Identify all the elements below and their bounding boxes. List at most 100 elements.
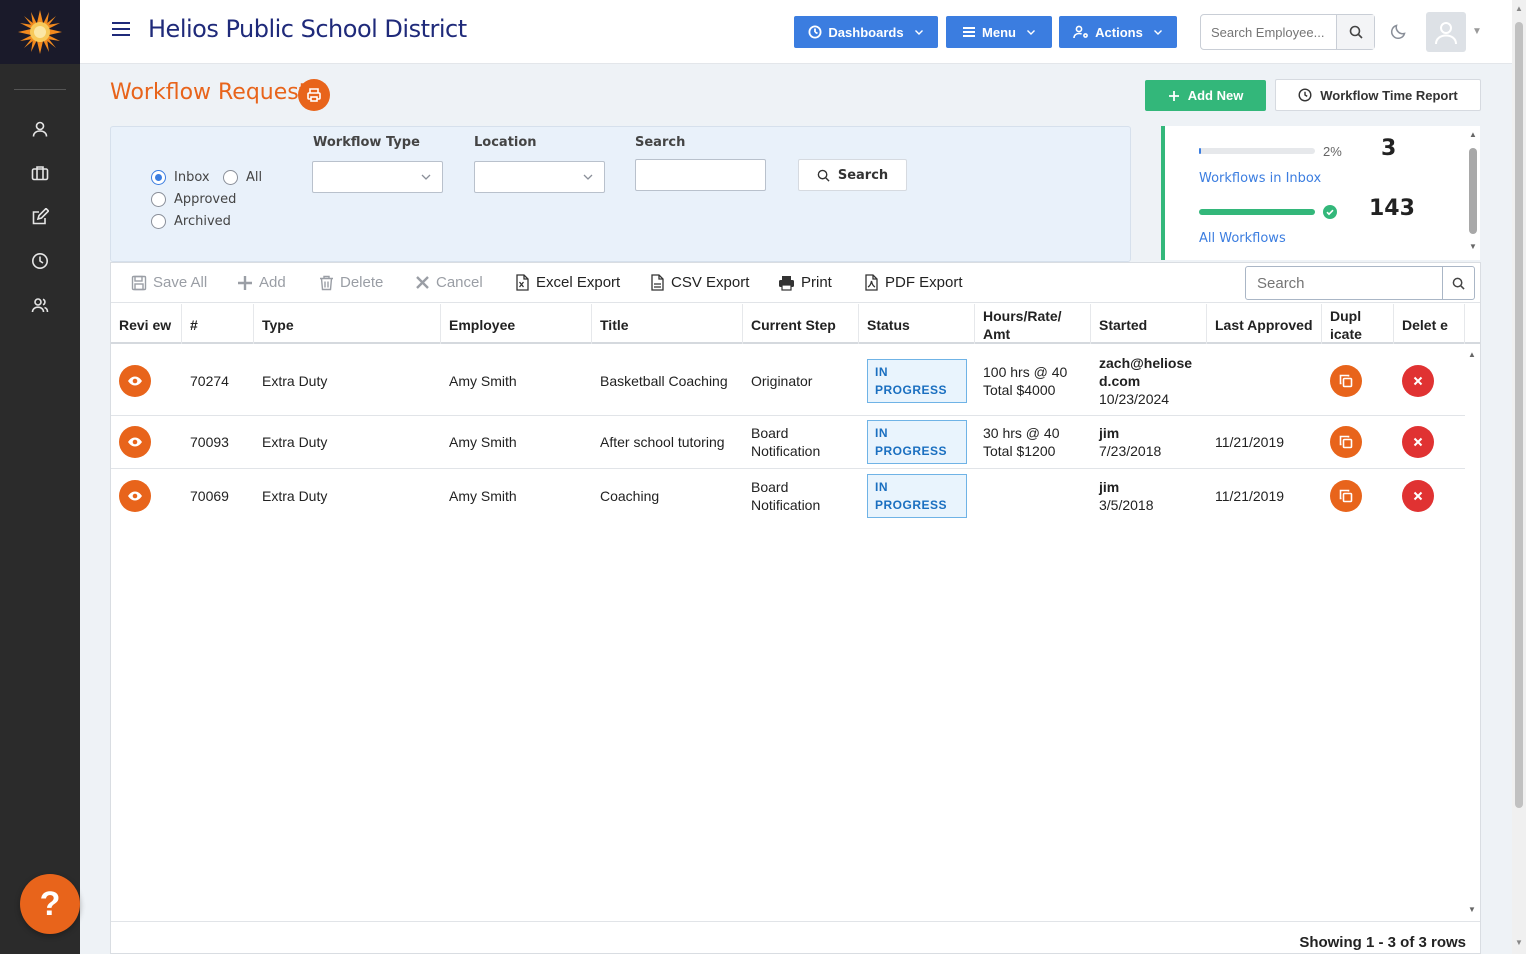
- page-scrollbar[interactable]: ▲ ▼: [1512, 0, 1526, 954]
- menu-button[interactable]: Menu: [946, 16, 1052, 48]
- save-all-button[interactable]: Save All: [131, 274, 207, 291]
- chevron-down-icon: [1153, 30, 1162, 35]
- duplicate-cell: [1322, 416, 1394, 468]
- excel-export-button[interactable]: Excel Export: [514, 274, 620, 291]
- workflow-stats-panel: 2% 3 Workflows in Inbox 143 All Workflow…: [1161, 126, 1466, 260]
- radio-inbox-indicator[interactable]: [151, 170, 166, 185]
- workflow-time-report-button[interactable]: Workflow Time Report: [1275, 79, 1481, 111]
- save-all-label: Save All: [153, 274, 208, 291]
- briefcase-icon[interactable]: [28, 161, 52, 185]
- review-cell: [111, 416, 182, 468]
- scroll-up-icon[interactable]: ▲: [1469, 130, 1477, 139]
- table-header: Revi ew # Type Employee Title Current St…: [111, 304, 1480, 344]
- csv-export-button[interactable]: CSV Export: [649, 274, 749, 291]
- print-page-button[interactable]: [298, 79, 330, 111]
- employee-search-input[interactable]: [1201, 15, 1336, 49]
- workflow-type-select[interactable]: [312, 161, 443, 193]
- column-header-hours[interactable]: Hours/Rate/ Amt: [975, 304, 1091, 344]
- radio-all-indicator[interactable]: [223, 170, 238, 185]
- grid-scrollbar[interactable]: ▲ ▼: [1465, 346, 1479, 921]
- stats-scroll-thumb[interactable]: [1469, 148, 1477, 234]
- avatar[interactable]: [1426, 12, 1466, 52]
- delete-row-button[interactable]: [1402, 479, 1434, 512]
- column-header-label: Status: [867, 316, 910, 333]
- column-header-label: Type: [262, 316, 294, 333]
- column-header-last-approved[interactable]: Last Approved: [1207, 304, 1322, 344]
- current-step-cell: Board Notification: [743, 469, 859, 522]
- grid-search-input[interactable]: [1246, 267, 1442, 299]
- help-button[interactable]: ?: [20, 874, 80, 934]
- table-row[interactable]: 70069 Extra Duty Amy Smith Coaching Boar…: [111, 469, 1465, 522]
- duplicate-button[interactable]: [1330, 364, 1362, 397]
- stats-scrollbar[interactable]: ▲ ▼: [1466, 126, 1480, 260]
- column-header-employee[interactable]: Employee: [441, 304, 592, 344]
- dashboards-button[interactable]: Dashboards: [794, 16, 938, 48]
- delete-row-button[interactable]: [1402, 364, 1434, 397]
- add-new-button[interactable]: Add New: [1145, 80, 1266, 111]
- radio-approved-indicator[interactable]: [151, 192, 166, 207]
- search-icon: [1349, 25, 1363, 39]
- scroll-down-icon[interactable]: ▼: [1468, 905, 1476, 914]
- started-date: 3/5/2018: [1099, 496, 1154, 513]
- delete-button[interactable]: Delete: [319, 274, 383, 291]
- page-scroll-thumb[interactable]: [1515, 22, 1523, 808]
- table-row[interactable]: 70093 Extra Duty Amy Smith After school …: [111, 416, 1465, 469]
- clock-icon[interactable]: [28, 249, 52, 273]
- location-select[interactable]: [474, 161, 605, 193]
- add-button[interactable]: Add: [237, 274, 286, 291]
- type-cell: Extra Duty: [262, 434, 328, 450]
- radio-approved[interactable]: Approved: [151, 192, 236, 207]
- column-header-duplicate[interactable]: Dupl icate: [1322, 304, 1394, 344]
- hamburger-menu-icon[interactable]: [110, 18, 132, 40]
- delete-row-button[interactable]: [1402, 426, 1434, 458]
- people-icon[interactable]: [28, 293, 52, 317]
- duplicate-button[interactable]: [1330, 426, 1362, 458]
- actions-button[interactable]: Actions: [1059, 16, 1177, 48]
- logo[interactable]: [0, 0, 80, 64]
- column-header-delete[interactable]: Delet e: [1394, 304, 1465, 344]
- column-header-title[interactable]: Title: [592, 304, 743, 344]
- radio-archived[interactable]: Archived: [151, 214, 231, 229]
- search-label: Search: [635, 135, 686, 150]
- avatar-chevron-down-icon[interactable]: ▼: [1472, 26, 1482, 37]
- pdf-file-icon: [865, 274, 878, 291]
- pdf-export-button[interactable]: PDF Export: [863, 274, 963, 291]
- person-icon[interactable]: [28, 117, 52, 141]
- filter-search-input[interactable]: [635, 159, 766, 191]
- review-button[interactable]: [119, 479, 151, 512]
- duplicate-button[interactable]: [1330, 479, 1362, 512]
- cancel-button[interactable]: Cancel: [415, 274, 483, 291]
- column-header-review[interactable]: Revi ew: [111, 304, 182, 344]
- radio-inbox[interactable]: Inbox: [151, 170, 210, 185]
- eye-icon: [128, 437, 142, 447]
- scroll-down-icon[interactable]: ▼: [1469, 242, 1477, 251]
- employee-search-button[interactable]: [1336, 15, 1374, 49]
- delete-cell: [1394, 416, 1465, 468]
- radio-archived-indicator[interactable]: [151, 214, 166, 229]
- column-header-started[interactable]: Started: [1091, 304, 1207, 344]
- edit-icon[interactable]: [28, 205, 52, 229]
- radio-all[interactable]: All: [223, 170, 262, 185]
- radio-archived-label: Archived: [174, 214, 231, 229]
- column-header-current-step[interactable]: Current Step: [743, 304, 859, 344]
- add-new-label: Add New: [1187, 88, 1244, 103]
- column-header-number[interactable]: #: [182, 304, 254, 344]
- last-approved-cell: 11/21/2019: [1215, 487, 1285, 504]
- filter-search-button[interactable]: Search: [798, 159, 907, 191]
- scroll-up-icon[interactable]: ▲: [1468, 350, 1476, 359]
- grid-search-button[interactable]: [1442, 267, 1474, 299]
- scroll-down-icon[interactable]: ▼: [1515, 938, 1523, 947]
- top-bar: Helios Public School District Dashboards…: [80, 0, 1512, 64]
- workflows-in-inbox-link[interactable]: Workflows in Inbox: [1199, 171, 1321, 186]
- app-title: Helios Public School District: [148, 15, 467, 43]
- review-button[interactable]: [119, 364, 151, 397]
- print-button[interactable]: Print: [778, 274, 832, 291]
- table-row[interactable]: 70274 Extra Duty Amy Smith Basketball Co…: [111, 346, 1465, 416]
- column-header-status[interactable]: Status: [859, 304, 975, 344]
- chevron-down-icon: [421, 174, 431, 180]
- dark-mode-moon-icon[interactable]: [1390, 22, 1408, 43]
- scroll-up-icon[interactable]: ▲: [1515, 4, 1523, 13]
- column-header-type[interactable]: Type: [254, 304, 441, 344]
- review-button[interactable]: [119, 426, 151, 458]
- all-workflows-link[interactable]: All Workflows: [1199, 231, 1286, 246]
